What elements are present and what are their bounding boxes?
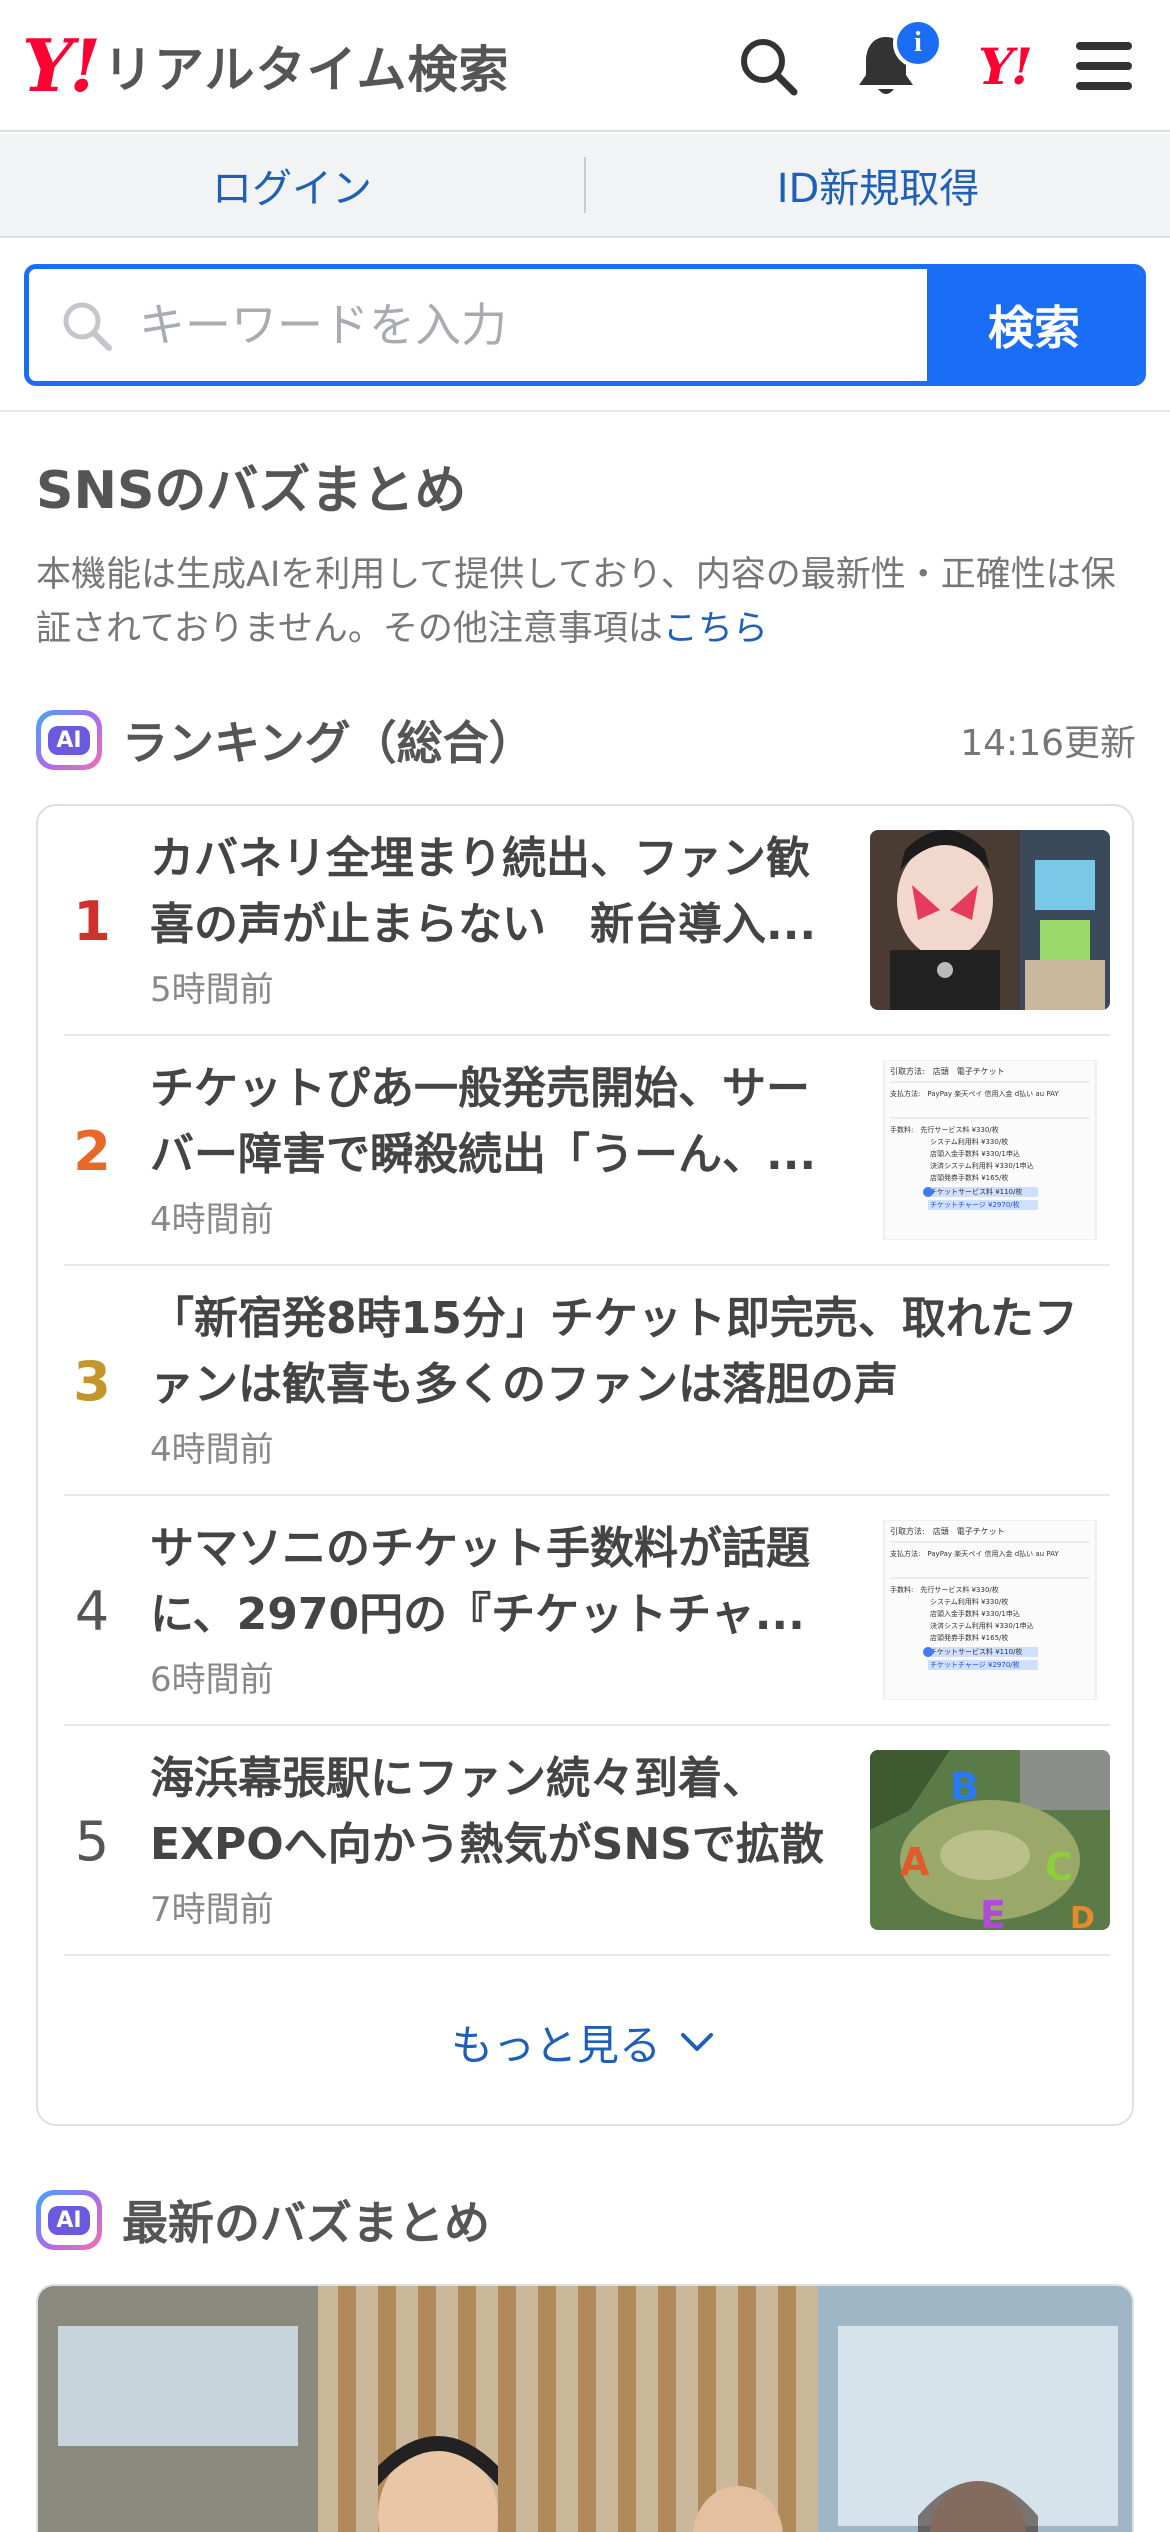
logo-text: リアルタイム検索 [103,41,510,99]
search-field [29,269,927,381]
ranking-item-title: 「新宿発8時15分」チケット即完売、取れたファンは歓喜も多くのファンは落胆の声 [150,1293,1078,1410]
disclaimer-link[interactable]: こちら [663,609,768,649]
ticket-line: チケットサービス料 ¥110/枚 [930,1187,1022,1196]
rank-number: 1 [73,889,111,953]
ranking-item-title: 海浜幕張駅にファン続々到着、EXPOへ向かう熱気がSNSで拡散 [150,1753,824,1870]
map-label: D [1070,1901,1095,1930]
logo-mark: Y! [22,23,101,108]
ranking-item-thumbnail: 引取方法: 店頭 電子チケット 支払方法: PayPay 楽天ペイ 信用入金 d… [870,1060,1110,1240]
ticket-line: 支払方法: PayPay 楽天ペイ 信用入金 d払い au PAY [890,1549,1059,1558]
updated-time: 14:16更新 [960,723,1136,764]
search-field-icon [63,302,112,351]
ticket-line: システム利用料 ¥330/枚 [930,1597,1008,1606]
chevron-down-icon [681,2033,713,2051]
ranking-item-thumbnail: 引取方法: 店頭 電子チケット 支払方法: PayPay 楽天ペイ 信用入金 d… [870,1520,1110,1700]
map-label: A [900,1840,930,1884]
ranking-item-title: カバネリ全埋まり続出、ファン歓喜の声が止まらない 新台導入... [150,833,817,950]
ticket-line: チケットチャージ ¥2970/枚 [930,1660,1020,1669]
signup-link[interactable]: ID新規取得 [586,156,1170,214]
ai-icon: AI [36,2190,102,2250]
ticket-line: 決済システム利用料 ¥330/1申込 [930,1621,1034,1630]
ranking-item-1[interactable]: 1 カバネリ全埋まり続出、ファン歓喜の声が止まらない 新台導入... 5時間前 [64,806,1110,1036]
page-title: SNSのバズまとめ [36,461,467,521]
latest-article-image[interactable] [36,2284,1134,2532]
hamburger-menu-icon[interactable] [1066,28,1142,104]
rank-number: 3 [73,1349,111,1413]
login-link[interactable]: ログイン [0,156,584,214]
ranking-item-4[interactable]: 4 サマソニのチケット手数料が話題に、2970円の『チケットチャ... 6時間前… [64,1496,1110,1726]
yahoo-realtime-logo[interactable]: Y! リアルタイム検索 [22,26,510,106]
rank-number: 4 [74,1579,110,1643]
ranking-item-thumbnail [870,830,1110,1010]
ai-icon-label: AI [48,2205,90,2235]
ai-icon: AI [36,710,102,770]
ranking-item-2[interactable]: 2 チケットぴあ一般発売開始、サーバー障害で瞬殺続出「うーん、... 4時間前 … [64,1036,1110,1266]
map-label: E [980,1893,1006,1930]
show-more-label: もっと見る [450,2020,661,2070]
ticket-line: 店頭入金手数料 ¥330/1申込 [930,1609,1020,1618]
yahoo-mark: Y! [978,36,1033,96]
ticket-line: 手数料: 先行サービス料 ¥330/枚 [890,1125,999,1134]
yahoo-japan-icon[interactable]: Y! [966,28,1042,104]
ticket-line: チケットサービス料 ¥110/枚 [930,1647,1022,1656]
ticket-line: システム利用料 ¥330/枚 [930,1137,1008,1146]
ranking-item-time: 4時間前 [150,1430,274,1470]
rank-number: 5 [74,1809,110,1873]
ticket-line: 引取方法: 店頭 電子チケット [890,1066,1005,1076]
ranking-item-time: 6時間前 [150,1660,274,1700]
search-input[interactable] [139,298,839,352]
ticket-line: チケットチャージ ¥2970/枚 [930,1200,1020,1209]
ranking-header: AI ランキング（総合） 14:16更新 [36,704,1136,776]
ticket-line: 決済システム利用料 ¥330/1申込 [930,1161,1034,1170]
notification-badge: i [893,18,943,68]
ai-icon-label: AI [48,725,90,755]
ticket-line: 引取方法: 店頭 電子チケット [890,1526,1005,1536]
app-header: Y! リアルタイム検索 i Y! [0,0,1170,132]
disclaimer-text: 本機能は生成AIを利用して提供しており、内容の最新性・正確性は保証されておりませ… [36,555,1116,649]
ai-disclaimer: 本機能は生成AIを利用して提供しており、内容の最新性・正確性は保証されておりませ… [36,548,1136,656]
ticket-line: 手数料: 先行サービス料 ¥330/枚 [890,1585,999,1594]
ranking-item-title: サマソニのチケット手数料が話題に、2970円の『チケットチャ... [150,1523,810,1640]
show-more-button[interactable]: もっと見る [38,1982,1132,2102]
ticket-line: 支払方法: PayPay 楽天ペイ 信用入金 d払い au PAY [890,1089,1059,1098]
rank-number: 2 [73,1119,111,1183]
search-form: 検索 [24,264,1146,386]
ticket-line: 店頭発券手数料 ¥165/枚 [930,1173,1008,1182]
ranking-card: 1 カバネリ全埋まり続出、ファン歓喜の声が止まらない 新台導入... 5時間前 … [36,804,1134,2126]
latest-header: AI 最新のバズまとめ [36,2184,490,2256]
ranking-title: ランキング（総合） [122,716,535,770]
ranking-item-thumbnail: B A C E D [870,1750,1110,1930]
section-divider [0,410,1170,412]
ticket-line: 店頭発券手数料 ¥165/枚 [930,1633,1008,1642]
map-label: B [950,1765,979,1809]
ranking-item-title: チケットぴあ一般発売開始、サーバー障害で瞬殺続出「うーん、... [150,1063,817,1180]
ranking-item-3[interactable]: 3 「新宿発8時15分」チケット即完売、取れたファンは歓喜も多くのファンは落胆の… [64,1266,1110,1496]
ranking-item-5[interactable]: 5 海浜幕張駅にファン続々到着、EXPOへ向かう熱気がSNSで拡散 7時間前 B… [64,1726,1110,1956]
account-bar: ログイン ID新規取得 [0,134,1170,238]
search-button[interactable]: 検索 [927,269,1141,381]
ticket-line: 店頭入金手数料 ¥330/1申込 [930,1149,1020,1158]
ranking-item-time: 7時間前 [150,1890,274,1930]
search-icon[interactable] [730,28,806,104]
latest-title: 最新のバズまとめ [122,2196,490,2250]
notification-bell-icon[interactable]: i [848,18,943,104]
map-label: C [1045,1845,1073,1889]
ranking-item-time: 4時間前 [150,1200,274,1240]
ranking-item-time: 5時間前 [150,970,274,1010]
